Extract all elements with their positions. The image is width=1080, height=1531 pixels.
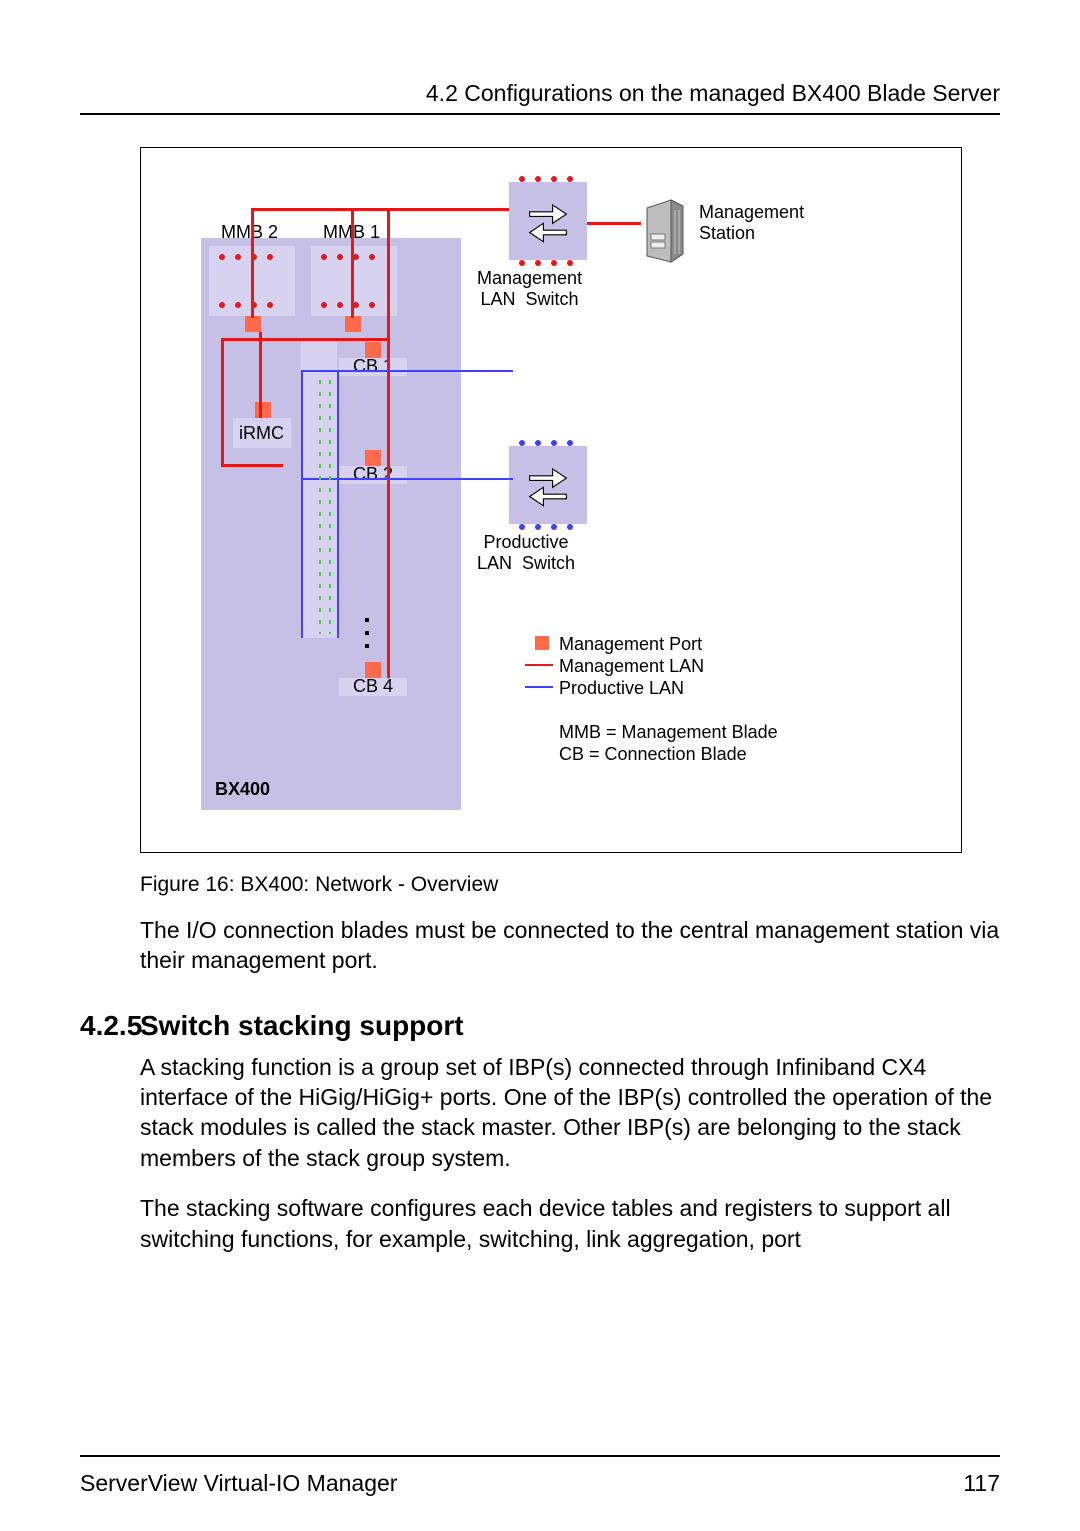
mgmt-port-irmc bbox=[255, 402, 271, 418]
switch-arrows-icon bbox=[525, 198, 571, 244]
mgmt-port-mmb2 bbox=[245, 316, 261, 332]
cb2-slot: CB 2 bbox=[339, 466, 407, 484]
figure-box: BX400 MMB 2 MMB 1 iRMC CB 1 CB 2 CB 4 bbox=[140, 147, 962, 853]
footer-pageno: 117 bbox=[963, 1470, 1000, 1497]
figure-caption: Figure 16: BX400: Network - Overview bbox=[140, 873, 1000, 897]
section-body-2: The stacking software configures each de… bbox=[140, 1193, 1000, 1254]
cb4-slot: CB 4 bbox=[339, 678, 407, 696]
mgmt-port-cb1 bbox=[365, 342, 381, 358]
section-number: 4.2.5 bbox=[80, 1010, 140, 1042]
prod-lan-switch bbox=[509, 446, 587, 524]
mmb2-label: MMB 2 bbox=[221, 222, 278, 243]
mmb1-blade: MMB 1 bbox=[311, 246, 397, 316]
legend-mgmt-port-swatch bbox=[535, 636, 549, 650]
mgmt-port-cb4 bbox=[365, 662, 381, 678]
section-body-1: A stacking function is a group set of IB… bbox=[140, 1052, 1000, 1173]
legend-cb-def: CB = Connection Blade bbox=[559, 744, 747, 765]
irmc-label: iRMC bbox=[239, 423, 284, 444]
footer-rule bbox=[80, 1455, 1000, 1457]
section-title: Switch stacking support bbox=[140, 1010, 464, 1042]
prod-switch-label: Productive LAN Switch bbox=[477, 532, 575, 574]
mgmt-station-label: Management Station bbox=[699, 202, 804, 244]
legend-prod-lan: Productive LAN bbox=[559, 678, 684, 699]
irmc-box: iRMC bbox=[233, 418, 291, 448]
bx-label: BX400 bbox=[215, 779, 270, 800]
mgmt-port-mmb1 bbox=[345, 316, 361, 332]
cb4-label: CB 4 bbox=[353, 676, 393, 697]
switch-arrows-icon bbox=[525, 462, 571, 508]
ellipsis-dots bbox=[365, 618, 371, 648]
section-header: 4.2 Configurations on the managed BX400 … bbox=[80, 80, 1000, 107]
mgmt-port-cb2 bbox=[365, 450, 381, 466]
legend-mmb-def: MMB = Management Blade bbox=[559, 722, 778, 743]
cb1-slot: CB 1 bbox=[339, 358, 407, 376]
legend-prod-lan-line bbox=[525, 686, 553, 688]
server-icon bbox=[641, 196, 689, 271]
legend-mgmt-lan: Management LAN bbox=[559, 656, 704, 677]
mgmt-lan-switch bbox=[509, 182, 587, 260]
header-rule bbox=[80, 113, 1000, 115]
legend-mgmt-lan-line bbox=[525, 664, 553, 666]
legend-mgmt-port: Management Port bbox=[559, 634, 702, 655]
footer-product: ServerView Virtual-IO Manager bbox=[80, 1470, 397, 1497]
mgmt-switch-label: Management LAN Switch bbox=[477, 268, 582, 310]
paragraph-intro: The I/O connection blades must be connec… bbox=[140, 915, 1000, 976]
